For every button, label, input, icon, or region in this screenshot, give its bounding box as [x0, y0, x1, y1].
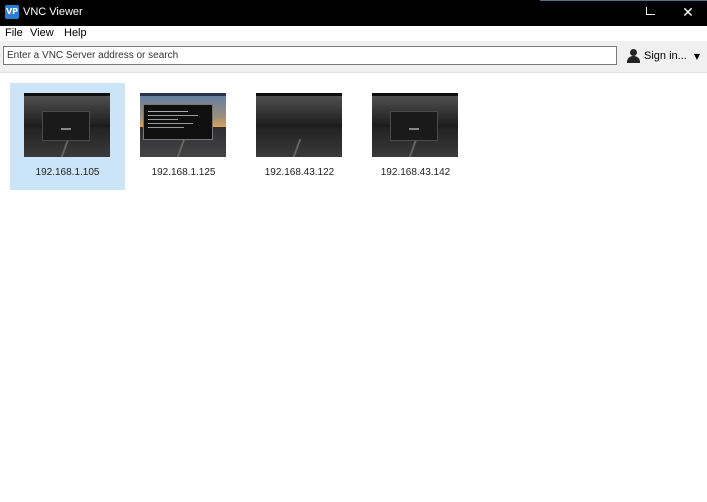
menu-help[interactable]: Help — [64, 27, 87, 39]
connection-tile[interactable]: 192.168.43.122 — [242, 83, 357, 190]
close-button[interactable]: ✕ — [670, 0, 706, 26]
title-bar: VP VNC Viewer ✕ — [0, 0, 707, 26]
server-address-search-input[interactable] — [3, 46, 617, 65]
connection-label: 192.168.1.105 — [35, 167, 100, 178]
connections-grid: 192.168.1.105 192.168.1.125 192.168.43.1… — [0, 73, 707, 502]
connection-thumbnail — [140, 93, 226, 157]
connection-label: 192.168.43.122 — [264, 167, 335, 178]
menu-file[interactable]: File — [5, 27, 23, 39]
close-icon: ✕ — [682, 5, 694, 21]
sign-in-button[interactable]: Sign in... ▼ — [626, 48, 700, 64]
connection-tile[interactable]: 192.168.1.105 — [10, 83, 125, 190]
sign-in-label: Sign in... — [644, 50, 687, 62]
connection-label: 192.168.43.142 — [380, 167, 451, 178]
connection-thumbnail — [256, 93, 342, 157]
connection-tile[interactable]: 192.168.1.125 — [126, 83, 241, 190]
user-icon — [626, 49, 640, 63]
minimize-button[interactable] — [632, 0, 668, 26]
menu-bar: File View Help — [0, 26, 707, 41]
menu-view[interactable]: View — [30, 27, 54, 39]
minimize-icon — [646, 14, 655, 15]
toolbar: Sign in... ▼ — [0, 41, 707, 73]
connection-thumbnail — [372, 93, 458, 157]
connection-label: 192.168.1.125 — [151, 167, 216, 178]
chevron-down-icon: ▼ — [693, 51, 700, 61]
vnc-logo-icon: VP — [5, 5, 19, 19]
window-title: VNC Viewer — [23, 6, 83, 18]
connection-thumbnail — [24, 93, 110, 157]
connection-tile[interactable]: 192.168.43.142 — [358, 83, 473, 190]
